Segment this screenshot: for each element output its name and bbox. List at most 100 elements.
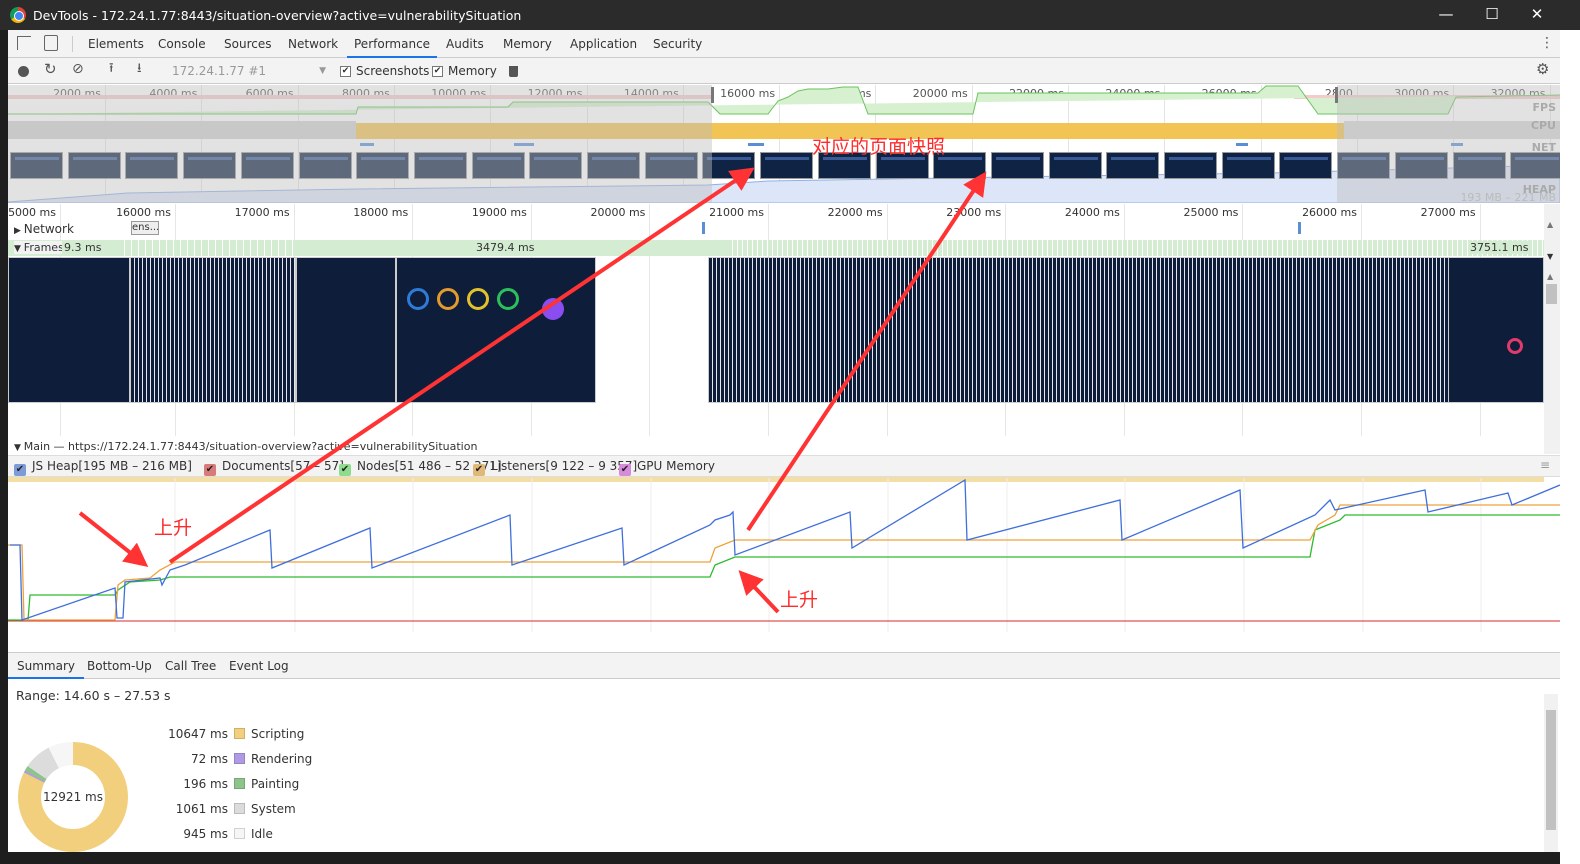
tab-sources[interactable]: Sources — [224, 30, 271, 58]
settings-gear-icon[interactable]: ⚙ — [1536, 60, 1549, 78]
frame-duration[interactable]: 3751.1 ms — [1468, 241, 1531, 254]
detail-tick-label: 21000 ms — [709, 206, 764, 219]
frame-duration[interactable]: 3479.4 ms — [474, 241, 537, 254]
gauge-graphic — [497, 288, 519, 310]
summary-row: 72 ms Rendering — [148, 752, 312, 772]
timeline-overview[interactable]: 2000 ms 4000 ms 6000 ms 8000 ms 10000 ms 1200… — [8, 85, 1560, 205]
main-thread-track[interactable]: ▼ Main — https://172.24.1.77:8443/situat… — [14, 440, 477, 453]
frames-track[interactable]: ▼ Frames 9.3 ms 3479.4 ms 3751.1 ms — [8, 240, 1544, 256]
detail-scrollbar[interactable]: ▲ ▼ ▲ ▼ — [1544, 204, 1560, 475]
overview-screenshot[interactable] — [1279, 152, 1333, 179]
summary-value: 196 ms — [183, 777, 228, 791]
counter-label: JS Heap[195 MB – 216 MB] — [32, 459, 192, 473]
annotation-snapshot: 对应的页面快照 — [812, 136, 946, 158]
network-request-bar[interactable] — [1298, 222, 1301, 234]
detail-tick-label: 26000 ms — [1302, 206, 1357, 219]
frame-screenshot[interactable] — [1448, 257, 1544, 403]
detail-tick-label: 22000 ms — [827, 206, 883, 219]
overview-screenshot[interactable] — [760, 152, 814, 179]
device-toolbar-icon[interactable] — [44, 35, 58, 51]
frame-screenshot-strip[interactable] — [130, 257, 296, 403]
tab-elements[interactable]: Elements — [88, 30, 144, 58]
summary-value: 1061 ms — [175, 802, 228, 816]
checkbox-icon: ✔ — [432, 66, 443, 77]
summary-category: System — [251, 802, 296, 816]
scrollbar-thumb[interactable] — [1546, 284, 1557, 304]
counter-toggle[interactable]: ✔ Listeners[9 122 – 9 357] — [473, 459, 637, 476]
summary-panel: Range: 14.60 s – 27.53 s 12921 ms 10647 … — [8, 680, 1560, 852]
load-profile-icon[interactable]: ⭱ — [109, 60, 114, 78]
save-profile-icon[interactable]: ⭳ — [137, 60, 142, 78]
summary-value: 10647 ms — [168, 727, 228, 741]
counter-toggle[interactable]: ✔ JS Heap[195 MB – 216 MB] — [14, 459, 192, 476]
detail-tick-label: 24000 ms — [1064, 206, 1120, 219]
range-handle-right[interactable] — [1335, 87, 1338, 103]
overview-screenshot[interactable] — [1106, 152, 1160, 179]
tab-application[interactable]: Application — [570, 30, 637, 58]
maximize-button[interactable]: ☐ — [1482, 5, 1502, 25]
detail-tick-label: 5000 ms — [8, 206, 56, 219]
network-track[interactable]: ▶ Network — [14, 222, 74, 236]
summary-value: 72 ms — [190, 752, 228, 766]
reload-record-icon[interactable]: ↻ — [44, 60, 57, 78]
frame-screenshot[interactable] — [396, 257, 596, 403]
frame-screenshot-strip[interactable] — [708, 257, 1544, 403]
tab-memory[interactable]: Memory — [503, 30, 552, 58]
tab-bottom-up[interactable]: Bottom-Up — [87, 653, 152, 679]
tab-console[interactable]: Console — [158, 30, 206, 58]
net-request — [748, 143, 764, 146]
detail-tick-label: 17000 ms — [234, 206, 290, 219]
summary-row: 945 ms Idle — [148, 827, 273, 847]
dropdown-arrow-icon: ▼ — [319, 66, 326, 76]
chart-graphic — [542, 298, 564, 320]
summary-scrollbar[interactable] — [1544, 694, 1558, 852]
more-options-icon[interactable]: ⋮ — [1540, 35, 1554, 51]
record-icon[interactable] — [18, 66, 29, 77]
net-lane-label: NET — [1531, 141, 1556, 154]
profile-select[interactable]: 172.24.1.77 #1 ▼ — [172, 62, 326, 80]
detail-tick-label: 23000 ms — [946, 206, 1002, 219]
gauge-graphic — [407, 288, 429, 310]
range-handle-left[interactable] — [711, 87, 714, 103]
overview-screenshot[interactable] — [990, 152, 1044, 179]
tab-summary[interactable]: Summary — [8, 653, 84, 679]
network-request-bar[interactable]: ens... — [131, 221, 159, 235]
minimize-button[interactable]: — — [1436, 5, 1456, 25]
clear-icon[interactable]: ⊘ — [72, 60, 84, 78]
overview-screenshot[interactable] — [1164, 152, 1217, 179]
frame-screenshot[interactable] — [8, 257, 130, 403]
counter-toggle[interactable]: ✔ Documents[57 – 57] — [204, 459, 344, 476]
counter-toggle[interactable]: ✔ GPU Memory — [619, 459, 715, 476]
summary-category: Painting — [251, 777, 300, 791]
memory-checkbox[interactable]: ✔ Memory — [432, 62, 497, 80]
frame-ticks — [118, 240, 298, 256]
frame-screenshot[interactable] — [296, 257, 396, 403]
scroll-up-icon[interactable]: ▲ — [1547, 220, 1553, 229]
close-button[interactable]: ✕ — [1527, 5, 1547, 25]
frame-duration[interactable]: 9.3 ms — [62, 241, 104, 254]
color-swatch — [234, 828, 245, 839]
overview-screenshot[interactable] — [1048, 152, 1102, 179]
drag-handle-icon[interactable]: ≡ — [1540, 458, 1550, 472]
ring-chart-graphic — [1507, 338, 1523, 354]
collapse-arrow-icon: ▼ — [14, 244, 24, 254]
inspect-element-icon[interactable] — [17, 36, 31, 50]
detail-tick-label: 18000 ms — [353, 206, 409, 219]
tab-performance[interactable]: Performance — [347, 30, 438, 58]
timeline-detail[interactable]: 5000 ms 16000 ms 17000 ms 18000 ms 19000 ms 2… — [8, 204, 1560, 484]
screenshots-checkbox[interactable]: ✔ Screenshots — [340, 62, 429, 80]
network-request-bar[interactable] — [702, 222, 705, 234]
scrollbar-thumb[interactable] — [1546, 710, 1556, 830]
detail-tick-label: 20000 ms — [590, 206, 646, 219]
summary-category: Rendering — [251, 752, 313, 766]
scroll-up-icon[interactable]: ▲ — [1547, 272, 1553, 281]
tab-event-log[interactable]: Event Log — [229, 653, 289, 679]
collect-garbage-icon[interactable] — [509, 66, 518, 77]
tab-network[interactable]: Network — [288, 30, 338, 58]
tab-call-tree[interactable]: Call Tree — [165, 653, 216, 679]
tab-audits[interactable]: Audits — [446, 30, 484, 58]
scroll-down-icon[interactable]: ▼ — [1547, 252, 1553, 261]
counter-label: GPU Memory — [637, 459, 715, 473]
overview-screenshot[interactable] — [1221, 152, 1275, 179]
tab-security[interactable]: Security — [653, 30, 702, 58]
